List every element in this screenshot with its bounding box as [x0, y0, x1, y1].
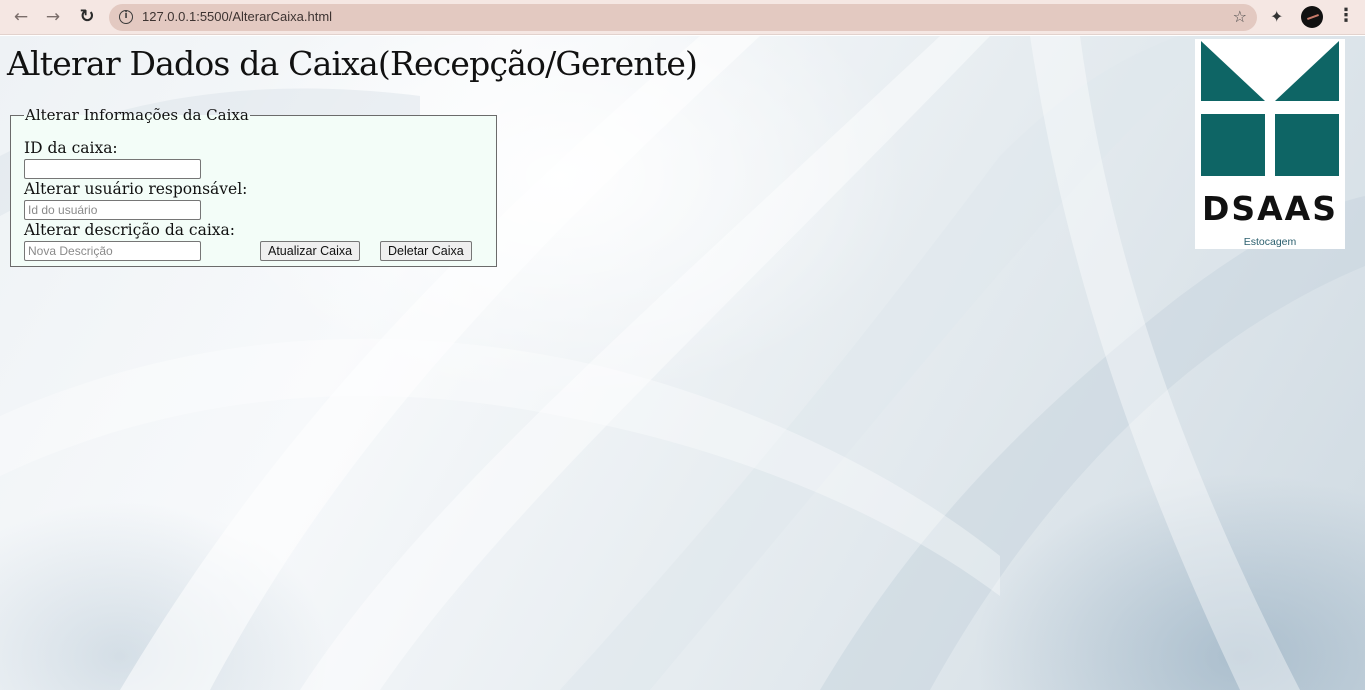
- star-icon[interactable]: ☆: [1233, 7, 1247, 26]
- forward-arrow-icon[interactable]: →: [42, 6, 64, 28]
- address-bar[interactable]: i 127.0.0.1:5500/AlterarCaixa.html ☆: [109, 4, 1257, 31]
- dsaas-logo: DSAAS Estocagem: [1195, 39, 1345, 249]
- change-box-fieldset: Alterar Informações da Caixa ID da caixa…: [10, 106, 497, 267]
- back-arrow-icon[interactable]: ←: [10, 6, 32, 28]
- description-label: Alterar descrição da caixa:: [24, 221, 235, 239]
- url-text[interactable]: 127.0.0.1:5500/AlterarCaixa.html: [142, 9, 332, 24]
- info-icon[interactable]: i: [119, 10, 133, 24]
- box-id-label: ID da caixa:: [24, 139, 118, 157]
- user-label: Alterar usuário responsável:: [24, 180, 248, 198]
- extensions-puzzle-icon[interactable]: ✦: [1270, 7, 1283, 26]
- user-id-input[interactable]: [24, 200, 201, 220]
- reload-icon[interactable]: ↻: [76, 6, 98, 28]
- logo-word: DSAAS: [1201, 189, 1338, 228]
- profile-avatar[interactable]: [1301, 6, 1323, 28]
- box-id-input[interactable]: [24, 159, 201, 179]
- description-input[interactable]: [24, 241, 201, 261]
- browser-toolbar: ← → ↻ i 127.0.0.1:5500/AlterarCaixa.html…: [0, 0, 1365, 35]
- fieldset-legend: Alterar Informações da Caixa: [25, 106, 249, 124]
- update-box-button[interactable]: Atualizar Caixa: [260, 241, 361, 261]
- page-viewport: Alterar Dados da Caixa(Recepção/Gerente)…: [0, 36, 1365, 690]
- logo-subtitle: Estocagem: [1243, 236, 1297, 248]
- more-menu-icon[interactable]: ⋮: [1337, 5, 1355, 26]
- page-title: Alterar Dados da Caixa(Recepção/Gerente): [7, 44, 698, 83]
- logo-mark-icon: [1201, 41, 1339, 176]
- delete-box-button[interactable]: Deletar Caixa: [380, 241, 472, 261]
